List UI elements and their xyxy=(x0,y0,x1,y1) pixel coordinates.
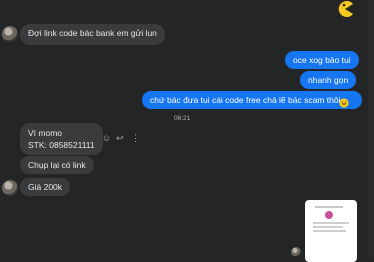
scrollbar[interactable] xyxy=(368,0,374,257)
message-text: nhanh gọn xyxy=(308,75,349,85)
message-bubble-outgoing[interactable]: nhanh gọn xyxy=(300,71,357,89)
more-vertical-icon[interactable]: ⋮ xyxy=(131,133,140,143)
message-text: STK: 0858521111 xyxy=(28,140,95,150)
image-attachment[interactable] xyxy=(305,200,357,262)
reply-arrow-icon[interactable]: ↩ xyxy=(116,133,124,143)
message-bubble-incoming[interactable]: Giá 200k xyxy=(20,178,71,196)
message-bubble-incoming[interactable]: Chụp lại có link xyxy=(20,156,94,174)
avatar[interactable] xyxy=(2,180,18,196)
attachment-header-bar xyxy=(315,206,343,208)
attachment-line xyxy=(313,230,346,232)
message-text: Ví momo xyxy=(28,128,63,138)
message-text: oce xog bảo tui xyxy=(293,55,351,65)
message-text: chứ bác đưa tui cái code free chả lẽ bác… xyxy=(150,95,341,105)
message-text: Đợi link code bác bank em gửi lun xyxy=(28,28,157,38)
message-bubble-outgoing[interactable]: oce xog bảo tui xyxy=(285,51,359,69)
message-bubble-outgoing[interactable]: chứ bác đưa tui cái code free chả lẽ bác… xyxy=(142,91,363,109)
avatar[interactable] xyxy=(2,26,18,42)
attachment-line xyxy=(313,226,343,228)
message-text: Chụp lại có link xyxy=(28,160,86,170)
pacman-emoji-icon xyxy=(336,0,354,18)
message-bubble-incoming[interactable]: Đợi link code bác bank em gửi lun xyxy=(20,24,165,45)
timestamp: 06:21 xyxy=(174,115,191,122)
attachment-avatar xyxy=(325,211,333,219)
message-text: Giá 200k xyxy=(28,182,63,192)
seen-avatar xyxy=(291,247,301,257)
smiley-icon[interactable]: ☺ xyxy=(102,133,111,143)
attachment-line xyxy=(313,222,349,224)
message-bubble-incoming[interactable]: Ví momo STK: 0858521111 xyxy=(20,123,103,155)
laughing-emoji-icon xyxy=(339,95,349,108)
